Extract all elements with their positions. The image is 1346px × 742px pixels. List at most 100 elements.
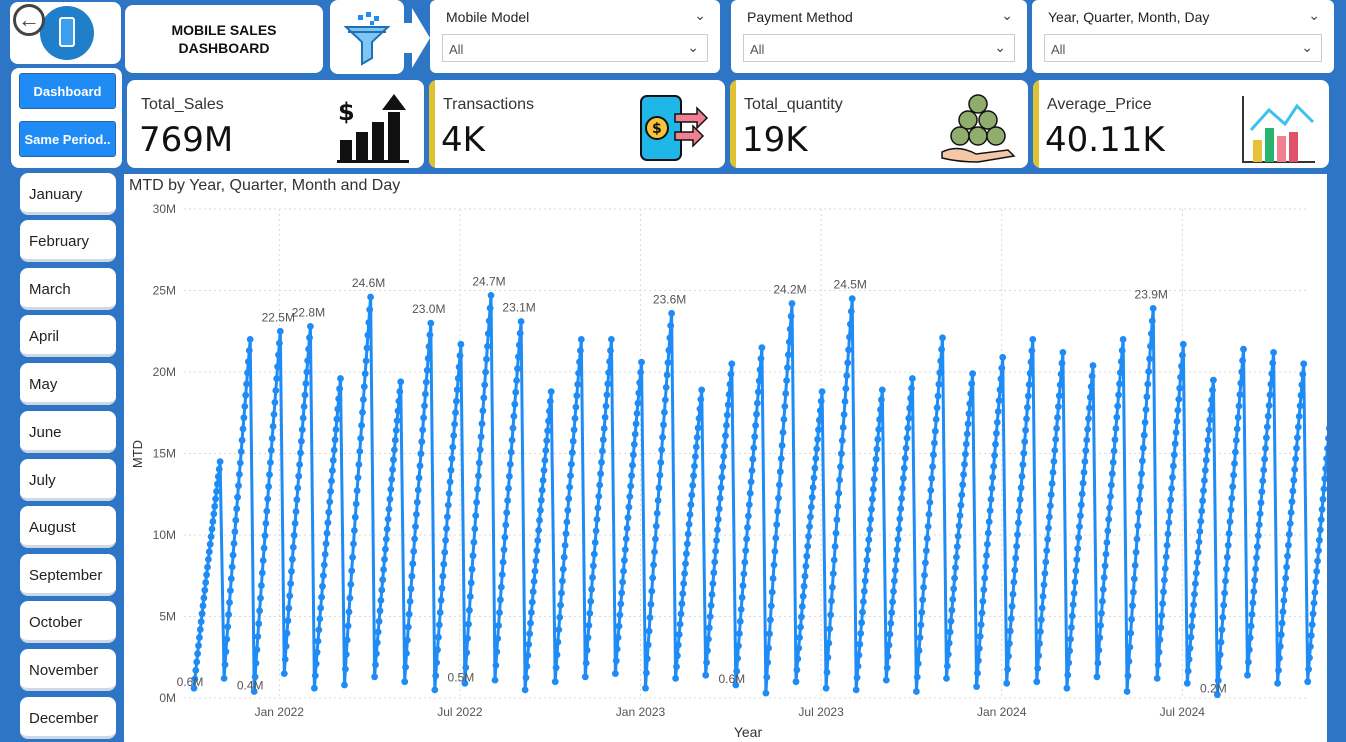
- data-point: [688, 491, 696, 499]
- month-button-september[interactable]: September: [20, 554, 116, 596]
- data-point: [433, 659, 440, 666]
- chevron-down-icon[interactable]: ⌄: [694, 7, 706, 24]
- data-point: [728, 360, 736, 368]
- month-button-november[interactable]: November: [20, 649, 116, 691]
- data-point: [497, 583, 505, 591]
- data-point: [954, 532, 962, 540]
- data-point: [1312, 578, 1320, 586]
- data-point: [435, 621, 443, 629]
- data-point: [812, 455, 820, 462]
- data-point: [1088, 372, 1096, 380]
- data-point: [767, 616, 774, 624]
- data-point: [509, 424, 517, 432]
- data-point: [860, 587, 868, 595]
- data-point: [1247, 622, 1255, 630]
- data-point: [845, 346, 852, 354]
- slicer-date-hierarchy[interactable]: Year, Quarter, Month, Day ⌄ All ⌄: [1032, 0, 1334, 73]
- data-point: [713, 537, 720, 544]
- data-point: [1251, 576, 1259, 584]
- data-point: [1124, 672, 1132, 680]
- chevron-down-icon[interactable]: ⌄: [1001, 7, 1013, 24]
- data-point: [464, 635, 471, 642]
- data-point: [992, 440, 999, 448]
- data-point: [630, 451, 637, 459]
- data-point: [1051, 447, 1059, 454]
- data-point: [685, 520, 693, 528]
- data-point: [551, 678, 559, 686]
- month-button-may[interactable]: May: [20, 363, 116, 405]
- data-point: [969, 370, 976, 377]
- month-button-october[interactable]: October: [20, 601, 116, 643]
- month-button-april[interactable]: April: [20, 315, 116, 357]
- data-point: [1256, 510, 1264, 517]
- data-point: [457, 340, 465, 348]
- date-hierarchy-dropdown[interactable]: All ⌄: [1044, 34, 1322, 62]
- data-point: [758, 344, 766, 351]
- data-point: [615, 622, 623, 630]
- data-point: [996, 386, 1004, 394]
- month-button-january[interactable]: January: [20, 173, 116, 215]
- mtd-line-chart[interactable]: 0M 5M 10M 15M 20M 25M 30M Jan 2022 Jul 2022 Jan 2…: [124, 174, 1327, 742]
- data-point: [987, 496, 995, 503]
- filter-toggle-button[interactable]: [330, 0, 404, 74]
- dashboard-button[interactable]: Dashboard: [19, 73, 116, 109]
- data-point: [765, 644, 772, 652]
- data-point: [263, 507, 271, 515]
- data-point: [931, 427, 939, 435]
- data-point: [302, 380, 310, 387]
- same-period-button[interactable]: Same Period..: [19, 121, 116, 157]
- data-point: [491, 676, 499, 684]
- month-button-july[interactable]: July: [20, 459, 116, 501]
- data-point: [1146, 355, 1153, 363]
- data-point: [993, 419, 1001, 426]
- data-point: [929, 463, 936, 470]
- data-point: [742, 547, 750, 554]
- data-point: [893, 546, 901, 554]
- data-point: [1140, 431, 1148, 439]
- chevron-down-icon[interactable]: ⌄: [1308, 7, 1320, 24]
- data-point: [1292, 455, 1299, 463]
- mobile-model-dropdown[interactable]: All ⌄: [442, 34, 708, 62]
- payment-method-dropdown[interactable]: All ⌄: [743, 34, 1015, 62]
- month-button-february[interactable]: February: [20, 220, 116, 262]
- data-point: [1130, 575, 1138, 583]
- slicer-payment-method[interactable]: Payment Method ⌄ All ⌄: [731, 0, 1027, 73]
- data-point: [281, 656, 289, 663]
- data-point: [681, 570, 688, 577]
- data-point: [543, 437, 551, 444]
- data-point: [866, 526, 874, 533]
- data-point: [326, 498, 334, 506]
- data-point: [1192, 580, 1199, 587]
- data-point: [204, 563, 211, 571]
- data-point: [725, 391, 733, 398]
- data-point: [1026, 369, 1034, 377]
- slicer-mobile-model[interactable]: Mobile Model ⌄ All ⌄: [430, 0, 720, 73]
- data-point: [630, 441, 638, 448]
- data-point: [452, 409, 459, 416]
- data-point: [1080, 468, 1088, 476]
- data-point: [797, 623, 804, 631]
- data-point: [756, 366, 764, 374]
- month-button-march[interactable]: March: [20, 268, 116, 310]
- month-button-august[interactable]: August: [20, 506, 116, 548]
- data-point: [842, 385, 850, 392]
- data-point: [416, 462, 424, 470]
- data-point: [684, 530, 692, 538]
- back-arrow-icon[interactable]: ←: [13, 4, 45, 36]
- data-point: [227, 587, 234, 594]
- data-point: [740, 570, 748, 578]
- data-label: 23.9M: [1135, 287, 1168, 301]
- month-button-december[interactable]: December: [20, 697, 116, 739]
- data-point: [686, 511, 694, 518]
- data-point: [1264, 412, 1272, 420]
- data-point: [959, 481, 967, 489]
- data-point: [1226, 518, 1234, 526]
- data-point: [585, 622, 593, 629]
- data-point: [522, 674, 530, 682]
- data-point: [805, 533, 812, 540]
- data-point: [1221, 589, 1228, 597]
- data-point: [1125, 657, 1133, 665]
- data-point: [960, 471, 967, 478]
- month-button-june[interactable]: June: [20, 411, 116, 453]
- data-point: [420, 414, 427, 422]
